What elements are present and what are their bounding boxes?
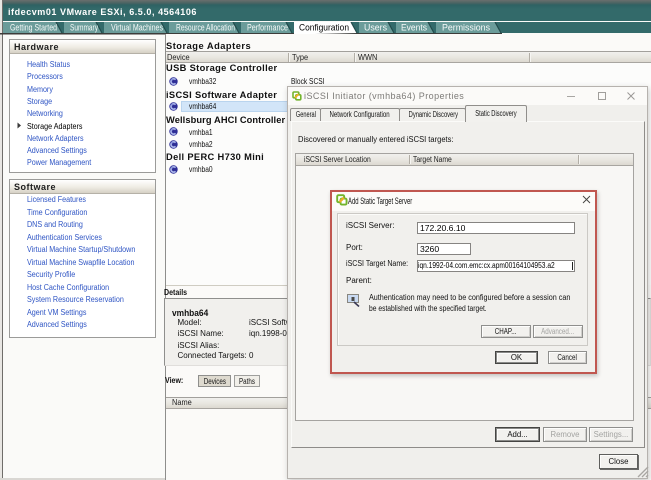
svg-text:Summary: Summary	[70, 22, 98, 33]
svg-text:Users: Users	[364, 22, 387, 33]
svg-text:Performance: Performance	[247, 22, 288, 33]
svg-text:Configuration: Configuration	[299, 22, 349, 33]
svg-text:Virtual Machines: Virtual Machines	[111, 22, 163, 33]
svg-text:Permissions: Permissions	[442, 22, 490, 33]
svg-text:Events: Events	[401, 22, 427, 33]
svg-text:Resource Allocation: Resource Allocation	[176, 22, 235, 33]
svg-text:Getting Started: Getting Started	[10, 22, 57, 33]
